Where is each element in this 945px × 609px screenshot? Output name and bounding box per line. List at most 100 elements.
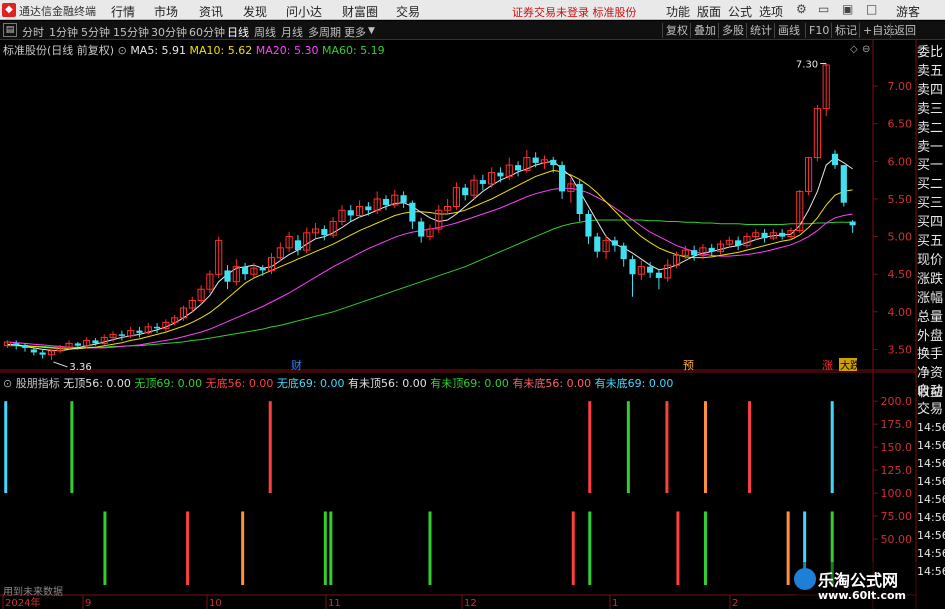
candle-body — [629, 259, 636, 275]
side-lower-item: 14:56 — [917, 547, 945, 560]
watermark-logo-icon — [794, 568, 816, 590]
indicator-value: 无底56: 0.00 — [205, 377, 274, 390]
date-tick-label: 1 — [612, 598, 618, 609]
candle-body — [365, 206, 372, 211]
candle-body — [39, 352, 46, 355]
indicator-value: 有未顶56: 0.00 — [348, 377, 427, 390]
candle-body — [831, 153, 839, 166]
indicator-tick-label: 100.0 — [881, 487, 913, 500]
side-lower-item: 14:56 — [917, 565, 945, 578]
side-item: 买四 — [917, 215, 944, 231]
indicator-tick-label: 150.0 — [881, 441, 913, 454]
side-item: 现价 — [917, 252, 944, 268]
candle-body — [761, 232, 768, 239]
candle-body — [735, 240, 742, 246]
indicator-value: 无底69: 0.00 — [276, 377, 345, 390]
candle-body — [585, 214, 592, 237]
legend-settings-icon[interactable]: ⊙ — [118, 44, 127, 57]
side-lower-item: 14:56 — [917, 529, 945, 542]
candle-body — [708, 247, 715, 252]
date-tick-label: 9 — [85, 598, 91, 609]
indicator-tick-label: 125.0 — [881, 464, 913, 477]
price-tick-label: 3.50 — [888, 343, 913, 356]
indicator-bar — [665, 401, 669, 494]
candle-body — [550, 159, 557, 166]
axes: 7.006.506.005.505.004.504.003.50200.0175… — [2, 44, 913, 609]
candle-body — [136, 330, 143, 333]
price-tick-label: 6.00 — [888, 155, 913, 168]
indicator-bar — [588, 511, 592, 585]
candle-body — [13, 343, 20, 345]
price-tick-label: 4.00 — [888, 306, 913, 319]
indicator-bar — [329, 511, 333, 585]
side-lower-item: 14:56 — [917, 493, 945, 506]
side-item: 卖三 — [917, 101, 944, 117]
indicator-tick-label: 200.0 — [881, 395, 913, 408]
side-item: 外盘 — [917, 328, 944, 344]
candle-body — [224, 270, 231, 282]
candle-body — [779, 232, 786, 237]
indicator-name: 股朋指标 — [15, 377, 60, 390]
candle-body — [611, 240, 618, 246]
indicator-legend: ⊙ 股朋指标 无顶56: 0.00 无顶69: 0.00 无底56: 0.00 … — [3, 375, 673, 391]
watermark-url: www.60lt.com — [818, 589, 907, 602]
candle-body — [153, 326, 161, 329]
side-lower-item: 14:56 — [917, 475, 945, 488]
side-item: 买二 — [917, 177, 944, 193]
chart-grid — [0, 40, 917, 609]
candle-body — [620, 245, 627, 260]
limit-up-marker: 涨 — [822, 359, 833, 372]
candle-body — [92, 340, 99, 344]
diamond-icon: ◇ — [850, 44, 858, 55]
side-item: 卖五 — [917, 63, 944, 79]
indicator-bar — [703, 511, 707, 585]
candle-body — [418, 221, 425, 237]
candle-body — [259, 268, 266, 271]
ma20-value: MA20: 5.30 — [255, 44, 319, 57]
indicator-bar — [626, 401, 630, 494]
candle-body — [74, 343, 81, 346]
candle-body — [647, 266, 654, 273]
candle-body — [655, 272, 662, 278]
indicator-bar — [588, 401, 592, 494]
forecast-marker: 预 — [683, 359, 694, 372]
side-item: 买一 — [917, 158, 944, 174]
indicator-bar — [70, 401, 74, 494]
side-item: 买三 — [917, 196, 944, 212]
indicator-bar — [103, 511, 107, 585]
candle-body — [594, 236, 601, 252]
future-data-note: 用到未来数据 — [3, 587, 63, 598]
indicator-value: 有未顶69: 0.00 — [430, 377, 509, 390]
indicator-bar — [703, 401, 707, 494]
side-lower-item: 14:56 — [917, 439, 945, 452]
side-item: 卖四 — [917, 82, 944, 98]
candle-body — [242, 266, 249, 275]
side-lower-item: 交易 — [917, 402, 944, 417]
chart-area[interactable]: 7.006.506.005.505.004.504.003.50200.0175… — [0, 0, 917, 609]
price-tick-label: 5.50 — [888, 193, 913, 206]
side-item: 净资 — [917, 366, 944, 382]
candle-body — [409, 202, 416, 222]
low-pointer — [53, 361, 68, 368]
indicator-bar — [571, 511, 575, 585]
side-item: 卖一 — [917, 139, 944, 155]
candle-body — [532, 157, 539, 163]
indicator-bar — [428, 511, 432, 585]
candle-body — [576, 183, 583, 214]
side-lower-item: 14:56 — [917, 457, 945, 470]
price-tick-label: 5.00 — [888, 231, 913, 244]
price-tick-label: 7.00 — [888, 80, 913, 93]
candle-body — [118, 334, 125, 336]
ma10-value: MA10: 5.62 — [189, 44, 253, 57]
candle-body — [840, 165, 847, 203]
ma60-value: MA60: 5.19 — [321, 44, 385, 57]
indicator-value: 无顶56: 0.00 — [63, 377, 131, 390]
indicator-value: 有未底69: 0.00 — [594, 377, 674, 390]
indicator-tick-label: 175.0 — [881, 418, 913, 431]
tag-marker: 大跌 — [840, 359, 860, 372]
price-tick-label: 6.50 — [888, 118, 913, 131]
indicator-bar — [786, 511, 790, 585]
side-item: 买五 — [917, 234, 944, 249]
indicator-settings-icon[interactable]: ⊙ — [3, 377, 12, 390]
candle-body — [400, 195, 407, 203]
